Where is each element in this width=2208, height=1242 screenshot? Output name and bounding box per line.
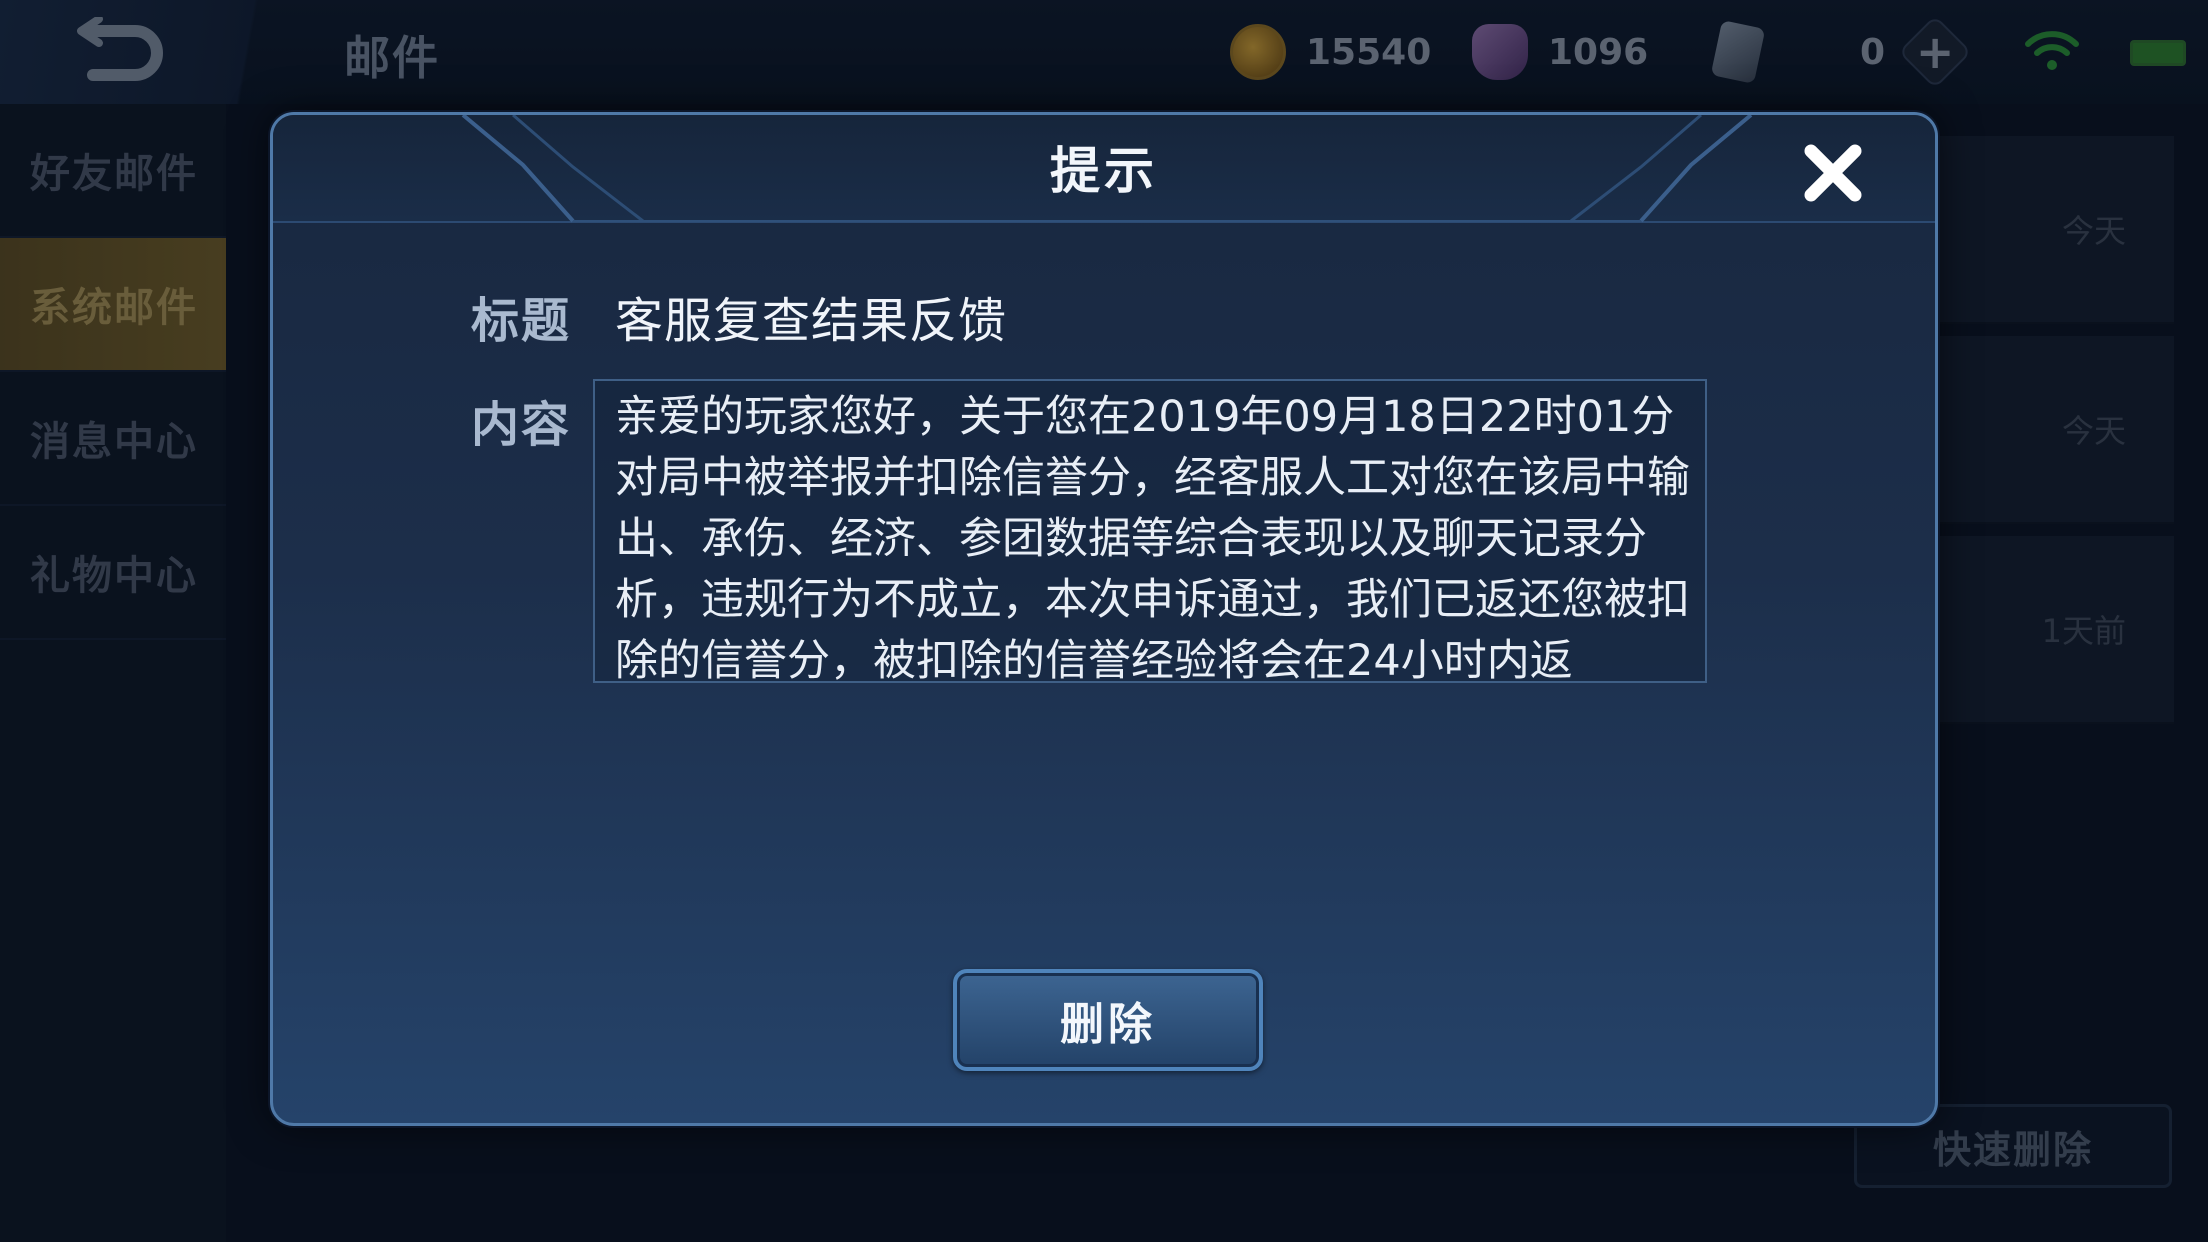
mail-content-text: 亲爱的玩家您好，关于您在2019年09月18日22时01分对局中被举报并扣除信誉…: [615, 392, 1690, 683]
mail-detail-dialog: 提示 标题 客服复查结果反馈 内容 亲爱的玩家您好，关于您在2019年09月18…: [270, 112, 1938, 1126]
delete-button-label: 删除: [1060, 999, 1156, 1050]
dialog-header: 提示: [273, 115, 1935, 223]
close-button[interactable]: [1795, 135, 1871, 211]
close-icon: [1804, 144, 1862, 202]
content-label: 内容: [471, 397, 572, 453]
mail-subject: 客服复查结果反馈: [615, 293, 1008, 349]
delete-button[interactable]: 删除: [953, 969, 1263, 1071]
subject-label: 标题: [471, 293, 572, 349]
mail-content-box[interactable]: 亲爱的玩家您好，关于您在2019年09月18日22时01分对局中被举报并扣除信誉…: [593, 379, 1707, 683]
dialog-title: 提示: [1050, 142, 1158, 200]
